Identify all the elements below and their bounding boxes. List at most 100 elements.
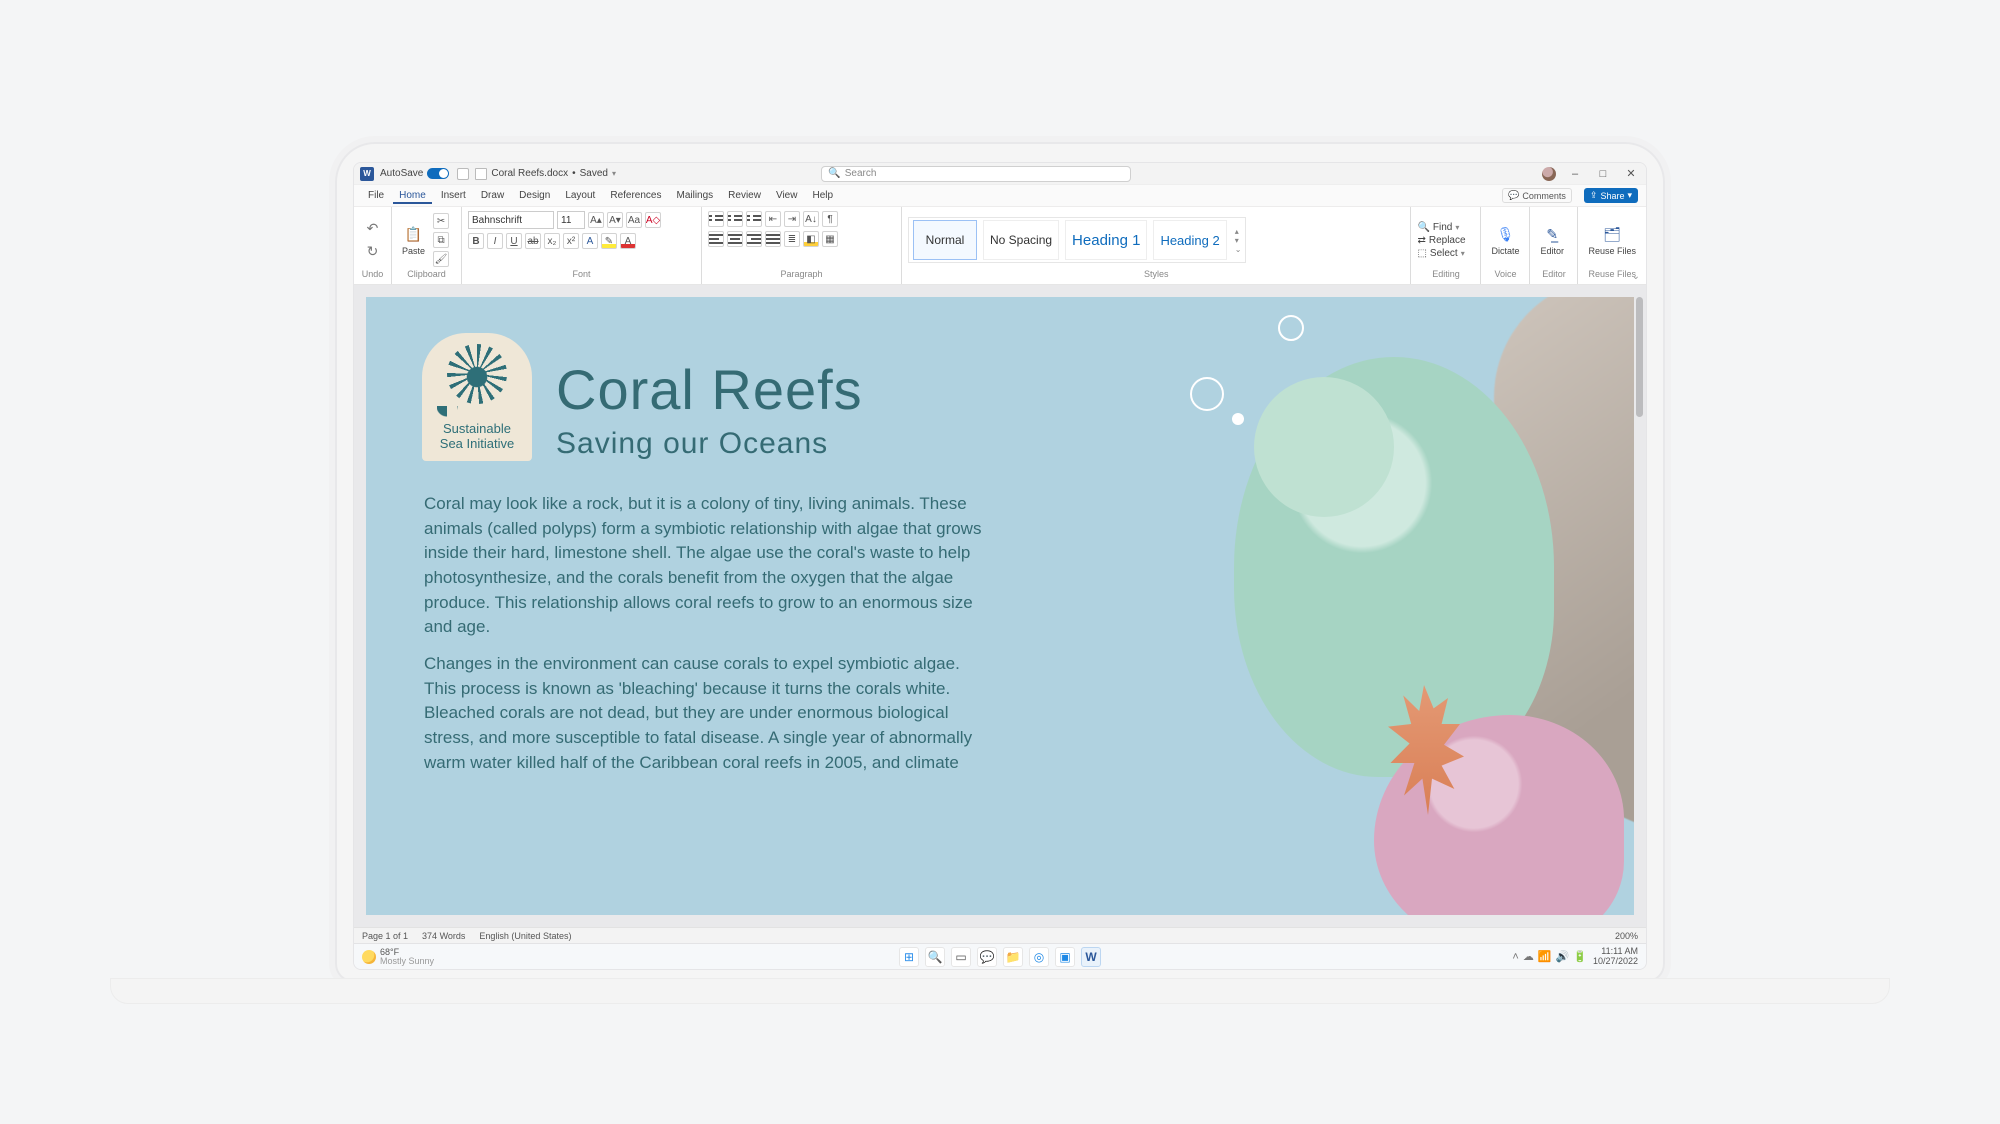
- tab-layout[interactable]: Layout: [559, 187, 601, 204]
- document-title[interactable]: Coral Reefs: [556, 357, 863, 422]
- numbering-icon[interactable]: [727, 211, 743, 227]
- tab-draw[interactable]: Draw: [475, 187, 510, 204]
- wifi-icon[interactable]: 📶: [1538, 950, 1552, 963]
- store-icon[interactable]: ▣: [1055, 947, 1075, 967]
- taskbar-search-icon[interactable]: 🔍: [925, 947, 945, 967]
- close-button[interactable]: ✕: [1622, 167, 1640, 181]
- start-button[interactable]: ⊞: [899, 947, 919, 967]
- font-size-select[interactable]: [557, 211, 585, 229]
- chevron-down-icon[interactable]: ▾: [612, 169, 616, 178]
- show-marks-icon[interactable]: ¶: [822, 211, 838, 227]
- chevron-up-icon[interactable]: ˄: [1512, 951, 1518, 963]
- italic-button[interactable]: I: [487, 233, 503, 249]
- clock[interactable]: 11:11 AM 10/27/2022: [1593, 947, 1638, 966]
- search-input[interactable]: 🔍 Search: [821, 166, 1131, 182]
- decrease-indent-icon[interactable]: ⇤: [765, 211, 781, 227]
- styles-scroll[interactable]: ▴▾⌄: [1235, 227, 1242, 254]
- page-indicator[interactable]: Page 1 of 1: [362, 931, 408, 941]
- user-avatar[interactable]: [1542, 167, 1556, 181]
- editor-button[interactable]: ✎̲Editor: [1536, 223, 1568, 256]
- battery-icon[interactable]: 🔋: [1573, 950, 1587, 963]
- change-case-icon[interactable]: Aa: [626, 212, 642, 228]
- minimize-button[interactable]: –: [1566, 167, 1584, 181]
- align-right-icon[interactable]: [746, 231, 762, 247]
- tab-design[interactable]: Design: [513, 187, 556, 204]
- undo-icon[interactable]: ↶: [367, 220, 379, 237]
- maximize-button[interactable]: □: [1594, 167, 1612, 181]
- justify-icon[interactable]: [765, 231, 781, 247]
- superscript-button[interactable]: x²: [563, 233, 579, 249]
- files-icon: 🗂: [1601, 223, 1623, 245]
- language-indicator[interactable]: English (United States): [479, 931, 571, 941]
- clear-formatting-icon[interactable]: A◇: [645, 212, 661, 228]
- onedrive-icon[interactable]: ☁: [1523, 950, 1534, 963]
- system-tray[interactable]: ˄ ☁ 📶 🔊 🔋: [1512, 950, 1587, 963]
- tab-mailings[interactable]: Mailings: [670, 187, 719, 204]
- sort-icon[interactable]: A↓: [803, 211, 819, 227]
- select-button[interactable]: ⬚Select▾: [1417, 248, 1465, 259]
- autosave-toggle[interactable]: AutoSave: [380, 168, 449, 179]
- file-explorer-icon[interactable]: 📁: [1003, 947, 1023, 967]
- tab-view[interactable]: View: [770, 187, 804, 204]
- styles-gallery[interactable]: Normal No Spacing Heading 1 Heading 2 ▴▾…: [908, 217, 1246, 263]
- document-paragraph-1[interactable]: Coral may look like a rock, but it is a …: [424, 492, 984, 640]
- style-heading1[interactable]: Heading 1: [1065, 220, 1147, 260]
- statusbar: Page 1 of 1 374 Words English (United St…: [354, 927, 1646, 943]
- multilevel-list-icon[interactable]: [746, 211, 762, 227]
- document-page[interactable]: SustainableSea Initiative Coral Reefs Sa…: [366, 297, 1634, 915]
- grow-font-icon[interactable]: A▴: [588, 212, 604, 228]
- chat-icon[interactable]: 💬: [977, 947, 997, 967]
- increase-indent-icon[interactable]: ⇥: [784, 211, 800, 227]
- replace-button[interactable]: ⇄Replace: [1417, 235, 1465, 246]
- copy-icon[interactable]: ⧉: [433, 232, 449, 248]
- tab-file[interactable]: File: [362, 187, 390, 204]
- font-family-select[interactable]: [468, 211, 554, 229]
- underline-button[interactable]: U: [506, 233, 522, 249]
- task-view-icon[interactable]: ▭: [951, 947, 971, 967]
- style-heading2[interactable]: Heading 2: [1153, 220, 1226, 260]
- document-name[interactable]: Coral Reefs.docx • Saved ▾: [491, 168, 616, 179]
- align-left-icon[interactable]: [708, 231, 724, 247]
- shading-icon[interactable]: ◧: [803, 231, 819, 247]
- redo-icon[interactable]: ↻: [367, 243, 379, 260]
- style-normal[interactable]: Normal: [913, 220, 977, 260]
- cut-icon[interactable]: ✂: [433, 213, 449, 229]
- find-button[interactable]: 🔍Find▾: [1417, 222, 1465, 233]
- tab-insert[interactable]: Insert: [435, 187, 472, 204]
- reuse-files-button[interactable]: 🗂Reuse Files: [1584, 223, 1640, 256]
- dictate-button[interactable]: 🎙Dictate: [1487, 223, 1523, 256]
- subscript-button[interactable]: x₂: [544, 233, 560, 249]
- line-spacing-icon[interactable]: ≣: [784, 231, 800, 247]
- save-button-icon[interactable]: [457, 168, 469, 180]
- shrink-font-icon[interactable]: A▾: [607, 212, 623, 228]
- edge-icon[interactable]: ◎: [1029, 947, 1049, 967]
- toggle-switch-icon[interactable]: [427, 168, 449, 179]
- zoom-level[interactable]: 200%: [1615, 931, 1638, 941]
- tab-review[interactable]: Review: [722, 187, 767, 204]
- tab-home[interactable]: Home: [393, 187, 432, 204]
- tab-help[interactable]: Help: [806, 187, 839, 204]
- weather-widget[interactable]: 68°FMostly Sunny: [362, 948, 434, 966]
- vertical-scrollbar[interactable]: [1634, 297, 1644, 915]
- style-no-spacing[interactable]: No Spacing: [983, 220, 1059, 260]
- tab-references[interactable]: References: [604, 187, 667, 204]
- word-count[interactable]: 374 Words: [422, 931, 465, 941]
- collapse-ribbon-icon[interactable]: ⌄: [1632, 271, 1640, 282]
- volume-icon[interactable]: 🔊: [1556, 950, 1570, 963]
- paste-button[interactable]: 📋 Paste: [398, 223, 429, 256]
- comments-button[interactable]: 💬 Comments: [1502, 188, 1572, 203]
- font-color-icon[interactable]: A: [620, 233, 636, 249]
- share-button[interactable]: ⇪ Share ▾: [1584, 188, 1638, 203]
- document-paragraph-2[interactable]: Changes in the environment can cause cor…: [424, 652, 984, 775]
- text-effects-icon[interactable]: A: [582, 233, 598, 249]
- group-editing: 🔍Find▾ ⇄Replace ⬚Select▾ Editing: [1411, 207, 1481, 284]
- bold-button[interactable]: B: [468, 233, 484, 249]
- format-painter-icon[interactable]: 🖌: [433, 251, 449, 267]
- word-taskbar-icon[interactable]: W: [1081, 947, 1101, 967]
- borders-icon[interactable]: ▦: [822, 231, 838, 247]
- highlight-color-icon[interactable]: ✎: [601, 233, 617, 249]
- align-center-icon[interactable]: [727, 231, 743, 247]
- document-subtitle[interactable]: Saving our Oceans: [556, 427, 828, 461]
- bullets-icon[interactable]: [708, 211, 724, 227]
- strikethrough-button[interactable]: ab: [525, 233, 541, 249]
